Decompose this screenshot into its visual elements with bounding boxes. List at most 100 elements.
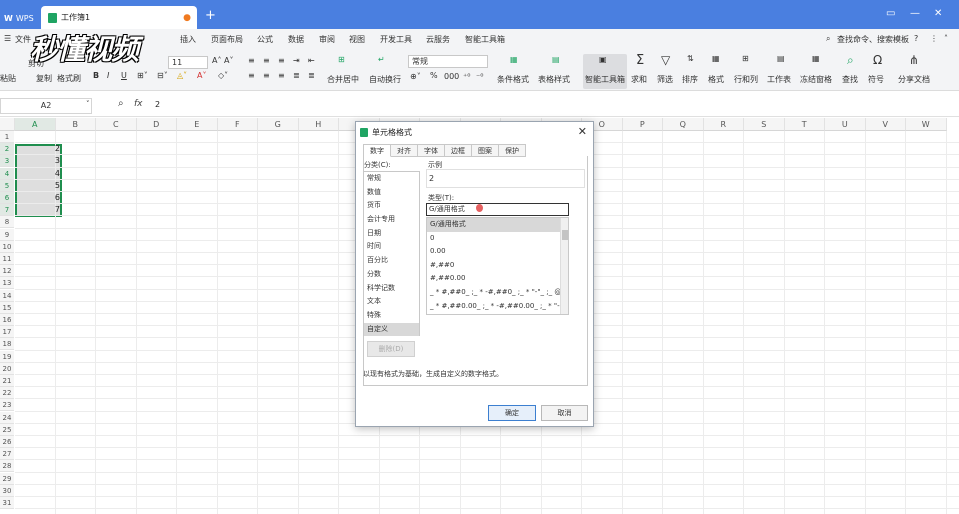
row-col-button[interactable]: 行和列 <box>734 74 758 85</box>
name-box-dropdown-icon[interactable]: ˅ <box>86 100 90 108</box>
percent-button[interactable]: % <box>430 71 438 80</box>
column-header[interactable]: V <box>865 118 906 131</box>
list-item[interactable]: 特殊 <box>364 309 419 323</box>
list-item[interactable]: 会计专用 <box>364 213 419 227</box>
list-item[interactable]: 时间 <box>364 240 419 254</box>
name-box[interactable]: A2 <box>0 98 92 114</box>
formula-input[interactable]: 2 <box>155 100 160 109</box>
row-header[interactable]: 1 <box>0 131 14 143</box>
row-header[interactable]: 30 <box>0 484 14 497</box>
smart-toolbox-button[interactable]: 智能工具箱 <box>585 74 625 85</box>
menu-cloud[interactable]: 云服务 <box>426 34 450 45</box>
column-header[interactable]: P <box>622 118 663 131</box>
cell-a3[interactable]: 3 <box>15 155 62 167</box>
row-header[interactable]: 10 <box>0 240 14 253</box>
cancel-button[interactable]: 取消 <box>541 405 588 421</box>
select-all-corner[interactable] <box>0 118 15 131</box>
menu-page-layout[interactable]: 页面布局 <box>211 34 243 45</box>
conditional-format-button[interactable]: 条件格式 <box>497 74 529 85</box>
row-header[interactable]: 7 <box>0 204 14 217</box>
list-item[interactable]: #,##0.00 <box>427 272 568 286</box>
align-center-icon[interactable]: ≡ <box>263 71 270 80</box>
currency-icon[interactable]: ⊕˅ <box>410 72 421 81</box>
increase-decimal-icon[interactable]: ⁺⁰ <box>463 72 470 81</box>
paste-button[interactable]: 粘贴 <box>0 73 16 84</box>
merge-center-button[interactable]: 合并居中 <box>327 74 359 85</box>
row-header[interactable]: 25 <box>0 423 14 436</box>
list-item[interactable]: 0 <box>427 232 568 246</box>
column-header[interactable]: Q <box>663 118 704 131</box>
list-item-selected[interactable]: 自定义 <box>364 322 419 337</box>
number-format-select[interactable]: 常规 <box>408 55 488 68</box>
justify-icon[interactable]: ≣ <box>293 71 300 80</box>
indent-icon[interactable]: ⇥ <box>293 56 300 65</box>
row-header[interactable]: 6 <box>0 192 14 204</box>
find-button[interactable]: 查找 <box>842 74 858 85</box>
row-header[interactable]: 4 <box>0 167 14 180</box>
underline-icon[interactable]: U <box>121 71 127 80</box>
row-header[interactable]: 17 <box>0 326 14 339</box>
align-middle-icon[interactable]: ≡ <box>263 56 270 65</box>
menu-file[interactable]: 文件 <box>15 34 31 45</box>
align-top-icon[interactable]: ≡ <box>248 56 255 65</box>
column-header[interactable]: R <box>703 118 744 131</box>
list-item[interactable]: 百分比 <box>364 254 419 268</box>
list-item[interactable]: 分数 <box>364 268 419 282</box>
hamburger-icon[interactable]: ☰ <box>4 34 11 43</box>
decrease-font-icon[interactable]: A˅ <box>224 56 233 65</box>
ok-button[interactable]: 确定 <box>488 405 536 421</box>
wps-home-tab[interactable]: W WPS <box>0 8 38 28</box>
share-button[interactable]: 分享文档 <box>898 74 930 85</box>
row-header[interactable]: 19 <box>0 350 14 363</box>
column-header[interactable]: E <box>177 118 218 131</box>
list-item[interactable]: _ * #,##0_ ;_ * -#,##0_ ;_ * "-"_ ;_ @_ <box>427 286 568 300</box>
dialog-close-icon[interactable]: ✕ <box>578 125 587 138</box>
column-header[interactable]: C <box>96 118 137 131</box>
format-painter-button[interactable]: 格式刷 <box>57 73 81 84</box>
list-item[interactable]: _ * #,##0.00_ ;_ * -#,##0.00_ ;_ * "-"??… <box>427 300 568 314</box>
border-icon[interactable]: ⊞˅ <box>137 71 148 80</box>
menu-smart-toolbox[interactable]: 智能工具箱 <box>465 34 505 45</box>
row-header[interactable]: 23 <box>0 399 14 412</box>
row-header[interactable]: 8 <box>0 216 14 229</box>
menu-review[interactable]: 审阅 <box>319 34 335 45</box>
menu-data[interactable]: 数据 <box>288 34 304 45</box>
list-item[interactable]: 日期 <box>364 227 419 241</box>
row-header[interactable]: 11 <box>0 253 14 265</box>
worksheet-button[interactable]: 工作表 <box>767 74 791 85</box>
column-header[interactable]: G <box>258 118 299 131</box>
fx-icon[interactable]: fx <box>134 99 143 109</box>
more-icon[interactable]: ⋮ <box>930 34 938 43</box>
document-tab[interactable]: 工作簿1 ● <box>41 6 197 29</box>
menu-developer[interactable]: 开发工具 <box>380 34 412 45</box>
freeze-panes-button[interactable]: 冻结窗格 <box>800 74 832 85</box>
bold-icon[interactable]: B <box>93 71 99 80</box>
row-header[interactable]: 24 <box>0 411 14 424</box>
cell-a7[interactable]: 7 <box>15 204 62 216</box>
help-icon[interactable]: ? <box>914 34 918 43</box>
cell-a5[interactable]: 5 <box>15 180 62 192</box>
close-window-icon[interactable]: ✕ <box>934 8 942 19</box>
row-header[interactable]: 31 <box>0 497 14 509</box>
row-header[interactable]: 5 <box>0 179 14 192</box>
list-item[interactable]: 文本 <box>364 295 419 309</box>
merge-icon[interactable]: ⊟˅ <box>157 71 168 80</box>
fill-color-icon[interactable]: ◬˅ <box>177 71 187 80</box>
new-tab-button[interactable]: + <box>205 9 216 22</box>
delete-button[interactable]: 删除(D) <box>367 341 415 357</box>
type-input[interactable]: G/通用格式 <box>426 203 569 216</box>
row-header[interactable]: 26 <box>0 436 14 448</box>
column-header[interactable]: W <box>906 118 947 131</box>
row-header[interactable]: 27 <box>0 448 14 461</box>
format-button[interactable]: 格式 <box>708 74 724 85</box>
font-size-select[interactable]: 11 <box>168 56 208 69</box>
row-header[interactable]: 2 <box>0 143 14 156</box>
list-item[interactable]: 0.00 <box>427 245 568 259</box>
copy-button[interactable]: 复制 <box>36 73 52 84</box>
cell-a6[interactable]: 6 <box>15 192 62 204</box>
zoom-icon[interactable]: ⌕ <box>118 98 124 109</box>
wrap-text-button[interactable]: 自动换行 <box>369 74 401 85</box>
row-header[interactable]: 29 <box>0 472 14 485</box>
align-right-icon[interactable]: ≡ <box>278 71 285 80</box>
distributed-icon[interactable]: ≣ <box>308 71 315 80</box>
